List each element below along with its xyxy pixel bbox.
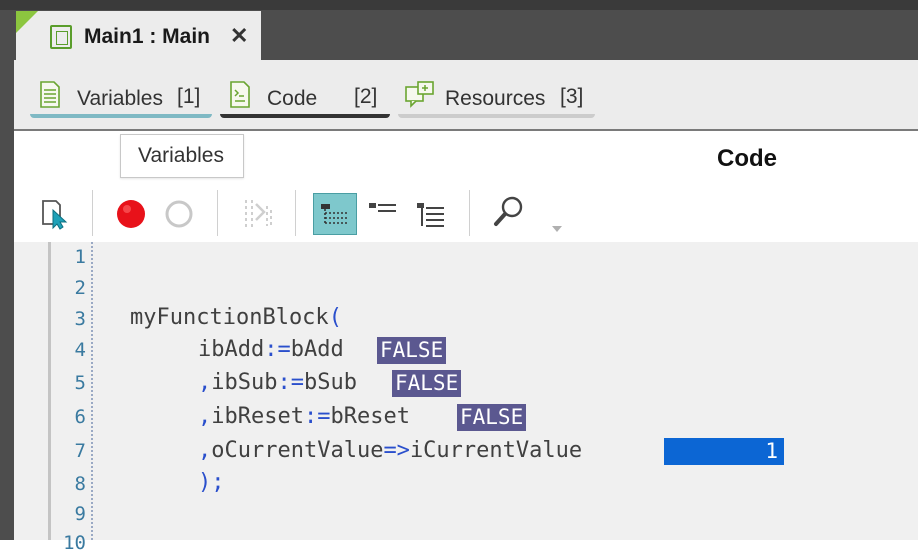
dropdown-arrow-icon[interactable] [550,224,564,234]
variables-list-icon [40,81,60,108]
subtab-label: Code [267,87,318,110]
subtab-label: Variables [77,87,163,110]
editor-tab-title: Main1 : Main [84,25,211,48]
empty-breakpoint-icon[interactable] [163,198,195,230]
subtab-shortcut: [3] [560,85,584,108]
left-frame-rail [0,60,14,540]
param-name: ibAdd [198,337,265,362]
code-line-5: ,ibSub:=bSub [198,370,357,395]
line-number: 5 [74,372,86,394]
toolbar-separator [295,190,296,236]
subtab-underline [220,114,390,118]
subtab-divider [14,129,918,131]
line-number: 8 [74,473,86,495]
line-number: 9 [74,503,86,525]
param-variable: iCurrentValue [409,438,583,463]
resources-icon [405,81,434,108]
code-line-4: ibAdd:=bAdd [198,337,344,362]
toolbar-separator [92,190,93,236]
subtab-label: Resources [445,87,546,110]
gutter-border [48,242,51,540]
toolbar-separator [469,190,470,236]
online-value-badge[interactable]: FALSE [457,404,527,431]
list-outdent-icon[interactable] [414,196,448,230]
open-paren: ( [328,305,342,330]
param-variable: bAdd [290,337,344,362]
tooltip-text: Variables [138,144,224,167]
online-value-selected[interactable]: 1 [664,438,784,465]
assign-operator: := [264,337,291,362]
comma: , [198,404,212,429]
code-document-icon [230,81,250,108]
assign-operator: := [277,370,304,395]
subtab-resources[interactable]: Resources [3] [398,80,595,118]
tab-active-corner-marker [16,11,38,33]
line-number: 4 [74,339,86,361]
param-name: oCurrentValue [211,438,384,463]
step-disabled-icon[interactable] [240,196,276,232]
subtab-underline [398,114,595,118]
function-block-name: myFunctionBlock [130,305,329,330]
param-variable: bSub [303,370,357,395]
line-number: 3 [74,308,86,330]
search-icon[interactable] [492,194,526,230]
line-number: 1 [74,246,86,268]
close-paren: ); [198,470,225,495]
select-cursor-icon[interactable] [40,198,72,230]
online-value-badge[interactable]: FALSE [377,337,447,364]
comma: , [198,370,212,395]
param-name: ibSub [211,370,278,395]
subtab-underline [30,114,212,118]
comma: , [198,438,212,463]
subtab-shortcut: [1] [177,85,201,108]
gutter-dotted-separator [91,242,93,540]
close-icon[interactable]: ✕ [230,23,248,49]
online-value-badge[interactable]: FALSE [392,370,462,397]
record-breakpoint-icon[interactable] [115,198,147,230]
program-icon [50,25,72,49]
output-operator: => [383,438,410,463]
code-line-7: ,oCurrentValue=>iCurrentValue [198,438,582,463]
line-number: 2 [74,277,86,299]
assign-operator: := [303,404,331,429]
toolbar-separator [217,190,218,236]
tree-view-icon [321,204,347,224]
code-editor[interactable] [14,242,918,540]
subtab-shortcut: [2] [354,85,378,108]
line-number: 10 [63,532,86,554]
code-line-3: myFunctionBlock( [130,305,342,330]
section-heading: Code [717,145,777,172]
line-number: 6 [74,406,86,428]
subtab-variables[interactable]: Variables [1] [30,80,212,118]
line-number: 7 [74,440,86,462]
param-variable: bReset [330,404,410,429]
window-top-bar [0,0,918,10]
tree-view-button[interactable] [313,193,357,235]
subtab-code[interactable]: Code [2] [220,80,390,118]
code-line-6: ,ibReset:=bReset [198,404,410,429]
param-name: ibReset [211,404,304,429]
list-indent-icon[interactable] [366,196,400,230]
